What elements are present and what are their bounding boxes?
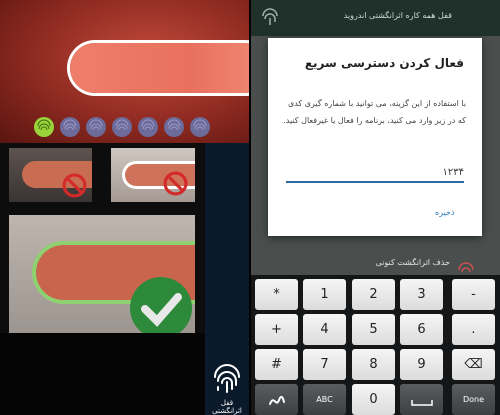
key-9[interactable]: 9 (400, 349, 443, 380)
key-2[interactable]: 2 (352, 279, 395, 310)
key-hash[interactable]: # (255, 349, 298, 380)
key-5[interactable]: 5 (352, 314, 395, 345)
key-0[interactable]: 0 (352, 384, 395, 415)
done-key[interactable]: Done (452, 384, 495, 415)
check-icon (130, 277, 192, 333)
correct-example (9, 215, 195, 333)
finger-illustration (70, 43, 249, 93)
wrong-example-2 (111, 148, 195, 202)
no-icon (62, 173, 87, 198)
fingerprint-tutorial-panel: قفل اثرانگشتی (0, 0, 249, 415)
fingerprint-icon (164, 117, 184, 137)
fingerprint-logo-icon (214, 364, 240, 393)
fingerprint-icon (190, 117, 210, 137)
voice-key[interactable] (255, 384, 298, 415)
numeric-keyboard: * 1 2 3 - + 4 5 6 . # 7 8 9 ⌫ ABC 0 Done (251, 275, 500, 415)
app-title: قفل همه کاره اثرانگشتی اندروید (343, 11, 452, 20)
fingerprint-icon (60, 117, 80, 137)
space-icon (410, 400, 433, 406)
key-asterisk[interactable]: * (255, 279, 298, 310)
fingerprint-icon (458, 262, 474, 273)
key-3[interactable]: 3 (400, 279, 443, 310)
no-icon (163, 171, 188, 196)
space-key[interactable] (400, 384, 443, 415)
key-minus[interactable]: - (452, 279, 495, 310)
key-7[interactable]: 7 (303, 349, 346, 380)
key-4[interactable]: 4 (303, 314, 346, 345)
save-button[interactable]: ذخیره (435, 208, 455, 217)
key-1[interactable]: 1 (303, 279, 346, 310)
remove-fingerprint-item[interactable]: حذف اثرانگشت کنونی (376, 258, 451, 267)
key-6[interactable]: 6 (400, 314, 443, 345)
dialog-message: با استفاده از این گزینه، می توانید با شم… (283, 99, 466, 125)
access-code-input[interactable] (286, 163, 464, 183)
backspace-key[interactable]: ⌫ (452, 349, 495, 380)
app-logo-icon (262, 8, 278, 25)
abc-key[interactable]: ABC (303, 384, 346, 415)
bottom-area (0, 333, 205, 415)
fingerprint-icon (112, 117, 132, 137)
wrong-example-1 (9, 148, 92, 202)
squiggle-icon (268, 395, 285, 405)
dialog-title: فعال کردن دسترسی سریع (304, 56, 464, 70)
fingerprint-icon (86, 117, 106, 137)
fingerprint-icon (138, 117, 158, 137)
key-period[interactable]: . (452, 314, 495, 345)
fingerprint-icon-active (34, 117, 54, 137)
fingerprint-progress (34, 117, 210, 137)
app-launcher-tile[interactable]: قفل اثرانگشتی (205, 143, 249, 415)
key-8[interactable]: 8 (352, 349, 395, 380)
key-plus[interactable]: + (255, 314, 298, 345)
screenshot: قفل اثرانگشتی قفل همه کاره اثرانگشتی اند… (0, 0, 500, 415)
app-label: قفل اثرانگشتی (212, 399, 242, 415)
quick-access-dialog: فعال کردن دسترسی سریع با استفاده از این … (268, 38, 482, 236)
app-bar: قفل همه کاره اثرانگشتی اندروید (251, 0, 500, 36)
settings-screen: قفل همه کاره اثرانگشتی اندروید حذف اثران… (251, 0, 500, 415)
